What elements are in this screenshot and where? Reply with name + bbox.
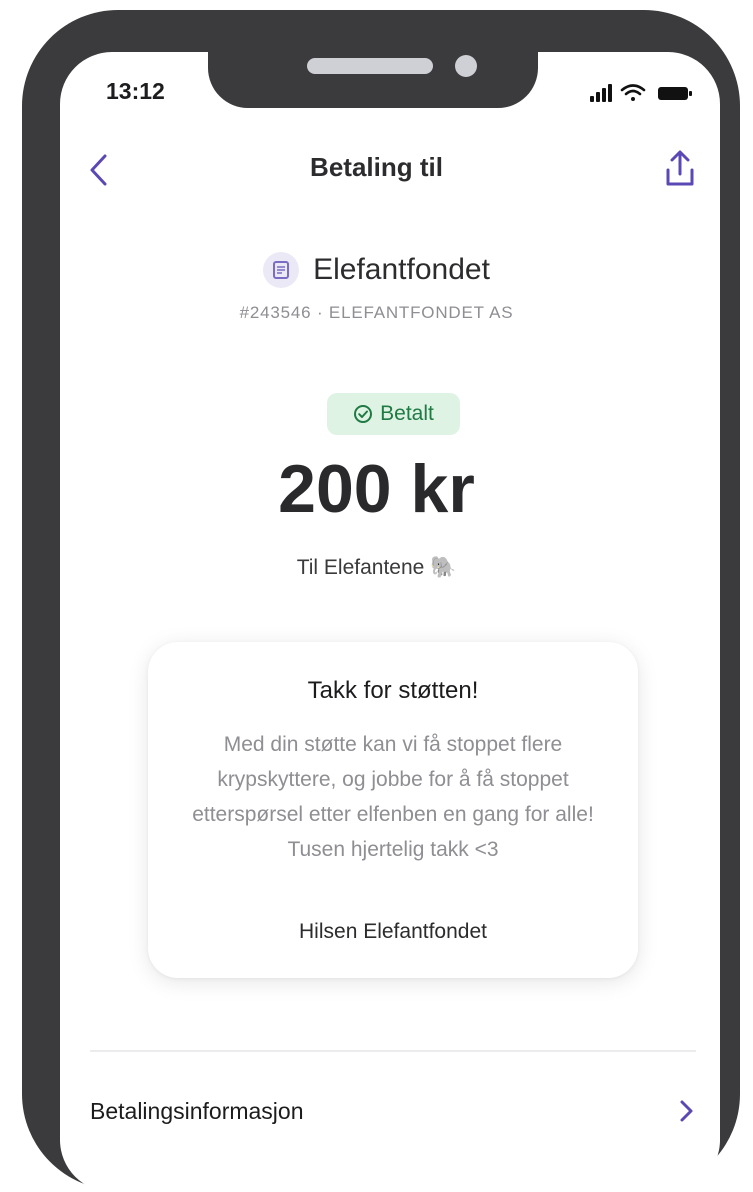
status-badge: Betalt — [327, 393, 460, 435]
card-signature: Hilsen Elefantfondet — [299, 920, 487, 943]
payment-info-label: Betalingsinformasjon — [90, 1098, 304, 1124]
card-title: Takk for støtten! — [307, 677, 479, 704]
merchant-subtitle: #243546 · ELEFANTFONDET AS — [239, 303, 514, 322]
thank-you-card: Takk for støtten! Med din støtte kan vi … — [148, 642, 638, 978]
status-label: Betalt — [380, 402, 434, 425]
receipt-icon — [263, 252, 300, 288]
card-body: Med din støtte kan vi få stoppet flere k… — [192, 733, 594, 861]
merchant-header: Elefantfondet — [0, 252, 753, 288]
payment-message: Til Elefantene 🐘 — [296, 556, 457, 579]
wifi-icon — [620, 84, 646, 101]
status-icons — [588, 82, 696, 104]
payment-info-row[interactable]: Betalingsinformasjon — [90, 1090, 696, 1134]
front-camera — [455, 55, 477, 77]
chevron-right-icon — [680, 1100, 693, 1122]
check-circle-icon — [354, 405, 373, 423]
page-title: Betaling til — [310, 152, 443, 182]
notch — [208, 40, 538, 108]
signal-icon — [590, 84, 612, 102]
payment-amount: 200 kr — [278, 451, 475, 527]
share-button[interactable] — [660, 148, 700, 190]
share-icon — [666, 150, 694, 186]
speaker — [307, 58, 433, 74]
battery-icon — [658, 87, 692, 100]
phone-screen — [60, 52, 720, 1192]
status-time: 13:12 — [106, 78, 165, 104]
merchant-name: Elefantfondet — [313, 253, 490, 286]
divider — [90, 1050, 696, 1052]
